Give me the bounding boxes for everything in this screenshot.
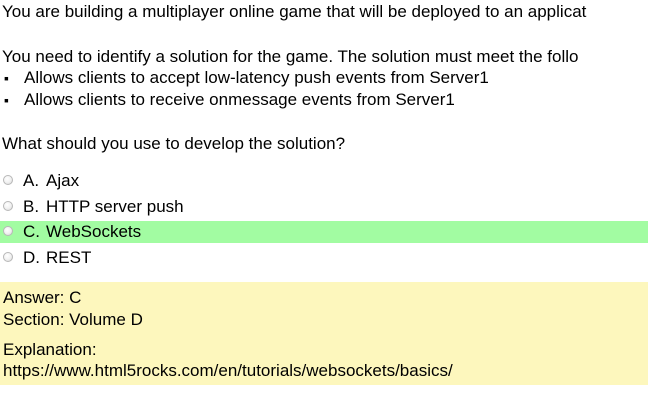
option-letter: D. [23,248,40,267]
option-b[interactable]: B. HTTP server push [0,196,648,218]
option-letter: A. [23,171,40,190]
question-page: You are building a multiplayer online ga… [0,0,648,400]
option-c[interactable]: C. WebSockets [0,221,648,243]
answer-line: Answer: C [3,288,82,307]
option-text: REST [46,248,92,267]
answer-panel: Answer: C Section: Volume D Explanation:… [0,282,648,385]
option-text: Ajax [46,171,80,190]
requirement-text: Allows clients to receive onmessage even… [24,90,455,109]
bullet-icon: ▪ [4,92,9,108]
option-letter: B. [23,197,40,216]
option-text: WebSockets [46,222,142,241]
radio-button-icon[interactable] [3,201,13,211]
option-text: HTTP server push [46,197,184,216]
radio-button-icon[interactable] [3,226,13,236]
radio-button-icon[interactable] [3,252,13,262]
radio-button-icon[interactable] [3,175,13,185]
option-letter: C. [23,222,40,241]
explanation-label: Explanation: [3,340,97,359]
requirement-item: ▪ Allows clients to accept low-latency pu… [2,68,489,88]
option-a[interactable]: A. Ajax [0,170,648,192]
requirement-text: Allows clients to accept low-latency pus… [24,68,489,87]
requirement-intro: You need to identify a solution for the … [2,47,579,66]
section-line: Section: Volume D [3,310,143,329]
explanation-link[interactable]: https://www.html5rocks.com/en/tutorials/… [3,361,453,381]
bullet-icon: ▪ [4,70,9,86]
question-prompt: What should you use to develop the solut… [2,134,346,153]
question-intro: You are building a multiplayer online ga… [2,2,587,21]
requirement-item: ▪ Allows clients to receive onmessage eve… [2,90,455,110]
option-d[interactable]: D. REST [0,247,648,269]
